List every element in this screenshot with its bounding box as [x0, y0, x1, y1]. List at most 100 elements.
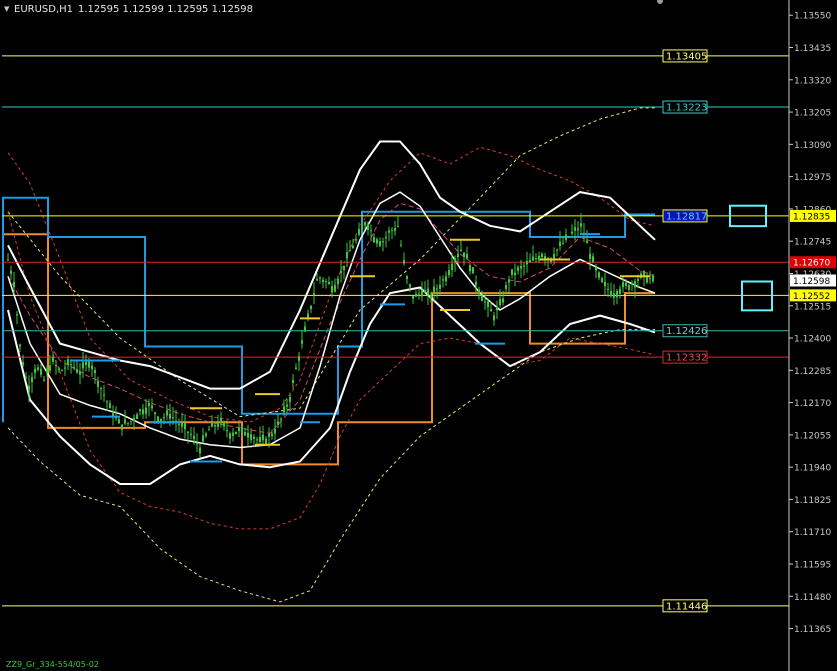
candle-body — [469, 265, 471, 272]
candle-body — [367, 224, 369, 230]
candle-body — [376, 239, 378, 244]
candle-body — [610, 291, 612, 297]
candle-body — [88, 361, 90, 368]
candle-body — [268, 434, 270, 437]
candle-body — [553, 253, 555, 259]
candle-body — [211, 420, 213, 427]
candle-body — [121, 424, 123, 430]
candle-body — [517, 267, 519, 271]
candle-body — [592, 256, 594, 263]
symbol-header: EURUSD,H1 — [14, 4, 73, 15]
price-tag-label: 1.12598 — [793, 277, 830, 287]
candle-body — [22, 362, 24, 366]
candle-body — [280, 418, 282, 420]
axis-tick-label: 1.11480 — [794, 593, 831, 603]
candle-body — [424, 289, 426, 293]
candle-body — [226, 430, 228, 432]
candle-body — [202, 435, 204, 442]
price-tag-label: 1.12835 — [793, 212, 830, 222]
level-label: 1.12426 — [666, 326, 707, 337]
candle-body — [565, 234, 567, 240]
candle-body — [496, 307, 498, 311]
candle-body — [301, 340, 303, 344]
candle-body — [271, 433, 273, 437]
price-tag-label: 1.12670 — [793, 259, 830, 269]
candle-body — [379, 241, 381, 247]
price-chart[interactable]: 1.13405 1.13223 1.12817 1.12426 1.12332 1.114… — [0, 0, 837, 671]
candle-body — [199, 447, 201, 454]
candle-body — [235, 431, 237, 434]
candle-body — [436, 288, 438, 290]
candle-body — [40, 368, 42, 375]
candle-body — [589, 253, 591, 259]
candle-body — [190, 434, 192, 436]
axis-tick-label: 1.13090 — [794, 141, 831, 151]
candle-body — [370, 230, 372, 232]
candle-body — [340, 270, 342, 273]
candle-body — [145, 407, 147, 414]
candle-body — [193, 435, 195, 440]
candle-body — [349, 250, 351, 252]
candle-body — [10, 270, 12, 274]
candle-body — [67, 359, 69, 365]
candle-body — [511, 269, 513, 275]
axis-tick-label: 1.12400 — [794, 335, 831, 345]
candle-body — [526, 261, 528, 265]
candle-body — [454, 258, 456, 262]
candle-body — [403, 260, 405, 264]
candle-body — [34, 368, 36, 373]
axis-tick-label: 1.12055 — [794, 431, 831, 441]
candle-body — [130, 421, 132, 423]
chart-menu-triangle[interactable]: ▼ — [4, 5, 10, 13]
candle-body — [457, 253, 459, 258]
candle-body — [388, 230, 390, 233]
candle-body — [85, 361, 87, 365]
candle-body — [169, 413, 171, 419]
level-label: 1.12332 — [666, 353, 707, 364]
candle-body — [7, 259, 9, 261]
candle-body — [478, 289, 480, 295]
candle-body — [250, 434, 252, 441]
candle-body — [124, 419, 126, 424]
candle-body — [58, 368, 60, 371]
candle-body — [529, 259, 531, 263]
candle-body — [151, 405, 153, 409]
candle-body — [613, 293, 615, 298]
candle-body — [100, 388, 102, 389]
candle-body — [223, 422, 225, 427]
candle-body — [187, 431, 189, 433]
candle-body — [607, 288, 609, 290]
candle-body — [514, 272, 516, 276]
candle-body — [346, 252, 348, 259]
candle-body — [409, 284, 411, 288]
candle-body — [637, 279, 639, 281]
candle-body — [652, 275, 654, 282]
candle-body — [352, 245, 354, 249]
candle-body — [523, 265, 525, 267]
candle-body — [412, 295, 414, 299]
axis-tick-label: 1.11365 — [794, 625, 831, 635]
axis-tick-label: 1.12285 — [794, 367, 831, 377]
axis-tick-label: 1.11825 — [794, 496, 831, 506]
candle-body — [94, 370, 96, 374]
candle-body — [238, 427, 240, 431]
candle-body — [97, 380, 99, 387]
candle-body — [460, 249, 462, 251]
candle-body — [259, 437, 261, 442]
candle-body — [37, 367, 39, 370]
candle-body — [580, 223, 582, 227]
candle-body — [385, 236, 387, 238]
axis-tick-label: 1.12975 — [794, 173, 831, 183]
candle-body — [430, 294, 432, 299]
candle-body — [535, 258, 537, 260]
candle-body — [391, 229, 393, 231]
candle-body — [106, 401, 108, 403]
candle-body — [421, 290, 423, 297]
axis-tick-label: 1.13320 — [794, 76, 831, 86]
candle-body — [427, 288, 429, 295]
candle-body — [439, 284, 441, 289]
candle-body — [361, 226, 363, 229]
candle-body — [205, 433, 207, 436]
candle-body — [505, 285, 507, 289]
candle-body — [508, 279, 510, 283]
